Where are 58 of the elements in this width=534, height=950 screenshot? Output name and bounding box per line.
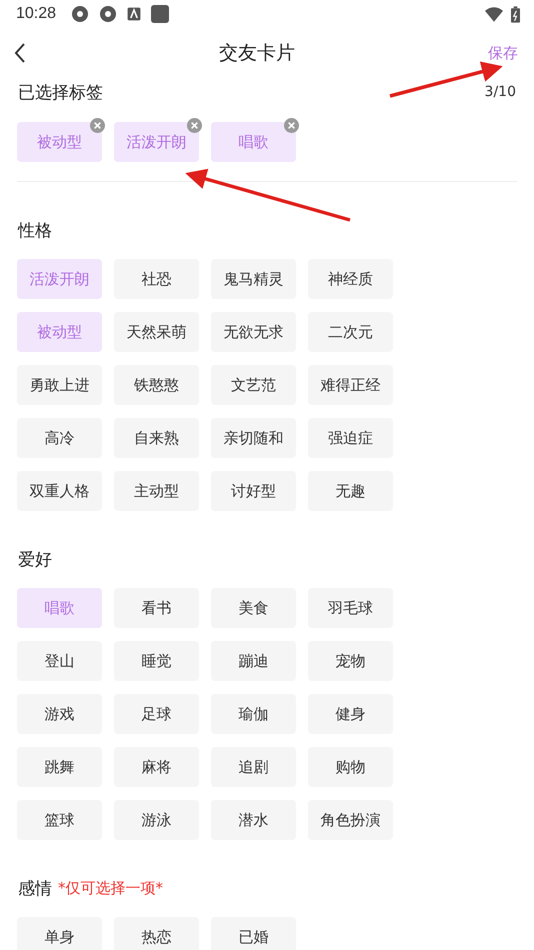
app-icon <box>98 4 118 24</box>
selected-tags-label: 已选择标签 <box>18 82 103 104</box>
tag-chip[interactable]: 二次元 <box>308 312 393 352</box>
app-icon <box>126 6 142 22</box>
wifi-icon <box>485 6 503 22</box>
tag-chip[interactable]: 鬼马精灵 <box>211 259 296 299</box>
tag-chip[interactable]: 自来熟 <box>114 418 199 458</box>
tag-chip[interactable]: 麻将 <box>114 747 199 787</box>
tag-chip[interactable]: 高冷 <box>17 418 102 458</box>
tag-chip[interactable]: 无趣 <box>308 471 393 511</box>
tag-chip[interactable]: 瑜伽 <box>211 694 296 734</box>
tag-chip[interactable]: 跳舞 <box>17 747 102 787</box>
tag-chip[interactable]: 睡觉 <box>114 641 199 681</box>
back-icon[interactable] <box>14 43 26 63</box>
tag-chip[interactable]: 篮球 <box>17 800 102 840</box>
tag-chip[interactable]: 游泳 <box>114 800 199 840</box>
tag-chip[interactable]: 已婚 <box>211 917 296 950</box>
remove-icon[interactable] <box>284 118 299 133</box>
section-note: *仅可选择一项* <box>58 878 163 898</box>
tag-chip[interactable]: 难得正经 <box>308 365 393 405</box>
tag-chip[interactable]: 勇敢上进 <box>17 365 102 405</box>
tag-chip[interactable]: 亲切随和 <box>211 418 296 458</box>
tag-chip[interactable]: 无欲无求 <box>211 312 296 352</box>
tag-chip[interactable]: 宠物 <box>308 641 393 681</box>
battery-icon <box>511 6 520 22</box>
tag-chip[interactable]: 神经质 <box>308 259 393 299</box>
tag-chip[interactable]: 双重人格 <box>17 471 102 511</box>
tag-chip[interactable]: 单身 <box>17 917 102 950</box>
status-time: 10:28 <box>16 5 56 23</box>
tag-chip[interactable]: 潜水 <box>211 800 296 840</box>
tag-chip[interactable]: 热恋 <box>114 917 199 950</box>
tag-chip[interactable]: 足球 <box>114 694 199 734</box>
tag-chip[interactable]: 看书 <box>114 588 199 628</box>
remove-icon[interactable] <box>187 118 202 133</box>
tag-chip[interactable]: 购物 <box>308 747 393 787</box>
app-icon <box>70 4 90 24</box>
page-title: 交友卡片 <box>219 41 295 66</box>
tag-chip[interactable]: 蹦迪 <box>211 641 296 681</box>
tag-chip[interactable]: 讨好型 <box>211 471 296 511</box>
tag-chip[interactable]: 天然呆萌 <box>114 312 199 352</box>
tag-chip[interactable]: 铁憨憨 <box>114 365 199 405</box>
tag-chip[interactable]: 羽毛球 <box>308 588 393 628</box>
remove-icon[interactable] <box>90 118 105 133</box>
tag-chip[interactable]: 角色扮演 <box>308 800 393 840</box>
tag-chip[interactable]: 追剧 <box>211 747 296 787</box>
section-title: 爱好 <box>18 548 52 570</box>
tag-chip[interactable]: 社恐 <box>114 259 199 299</box>
tag-chip[interactable]: 主动型 <box>114 471 199 511</box>
section-title: 性格 <box>18 220 52 242</box>
tag-chip[interactable]: 登山 <box>17 641 102 681</box>
section-title: 感情 <box>18 878 52 900</box>
tag-chip[interactable]: 文艺范 <box>211 365 296 405</box>
app-icon <box>150 4 170 24</box>
tag-chip[interactable]: 健身 <box>308 694 393 734</box>
tag-count: 3/10 <box>484 84 516 100</box>
tag-chip[interactable]: 强迫症 <box>308 418 393 458</box>
tag-chip[interactable]: 游戏 <box>17 694 102 734</box>
tag-chip[interactable]: 美食 <box>211 588 296 628</box>
